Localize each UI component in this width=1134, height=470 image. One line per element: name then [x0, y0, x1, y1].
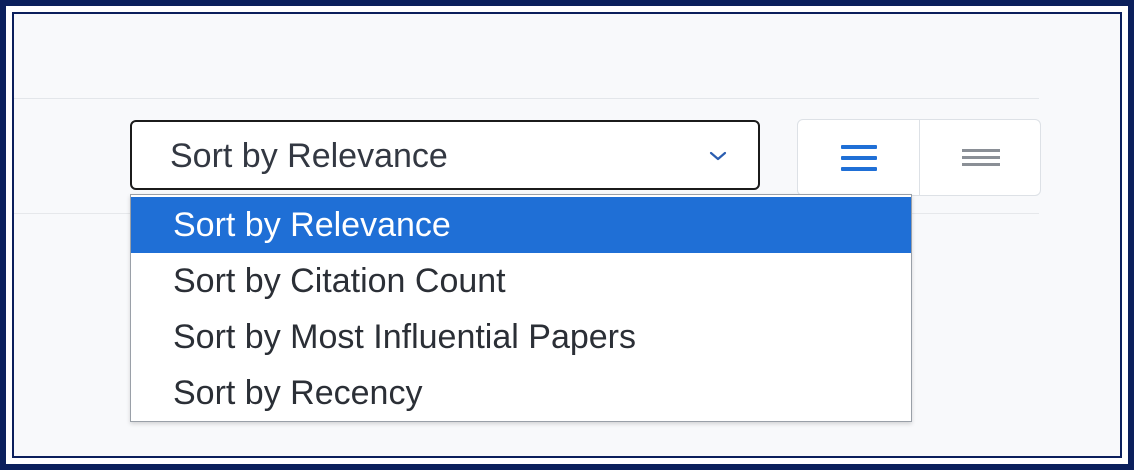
list-view-button[interactable]: [798, 120, 919, 195]
sort-option-citation-count[interactable]: Sort by Citation Count: [131, 253, 911, 309]
sort-option-most-influential[interactable]: Sort by Most Influential Papers: [131, 309, 911, 365]
sort-dropdown-value: Sort by Relevance: [170, 137, 448, 175]
divider-top: [14, 98, 1039, 99]
sort-option-relevance[interactable]: Sort by Relevance: [131, 197, 911, 253]
sort-option-recency[interactable]: Sort by Recency: [131, 365, 911, 421]
list-view-icon: [840, 144, 877, 171]
sort-options-list: Sort by Relevance Sort by Citation Count…: [130, 194, 912, 422]
compact-view-icon: [961, 148, 1000, 166]
compact-view-button[interactable]: [920, 120, 1041, 195]
chevron-down-icon: [709, 151, 727, 161]
sort-dropdown[interactable]: Sort by Relevance: [130, 120, 760, 190]
view-mode-toggle: [797, 119, 1041, 196]
screenshot-frame: Sort by Relevance Sort by Relevance Sort…: [0, 0, 1134, 470]
results-toolbar-panel: Sort by Relevance Sort by Relevance Sort…: [12, 12, 1122, 458]
